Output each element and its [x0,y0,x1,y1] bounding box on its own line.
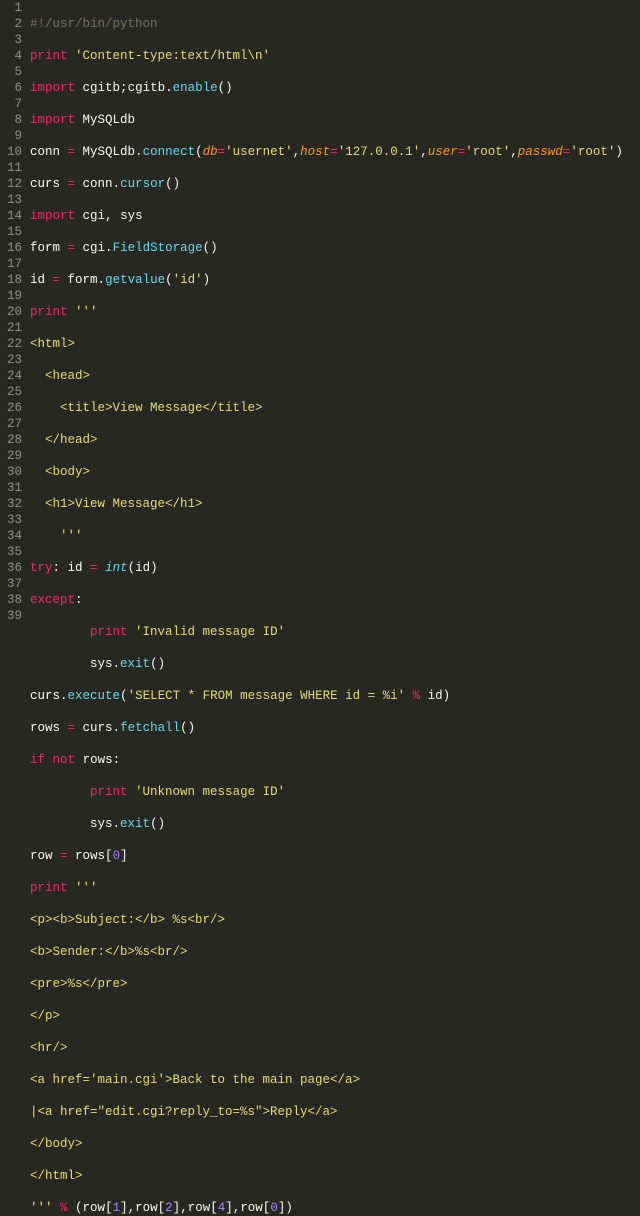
code-line[interactable]: </head> [30,432,623,448]
code-line[interactable]: <b>Sender:</b>%s<br/> [30,944,623,960]
line-number: 4 [4,48,22,64]
line-number: 22 [4,336,22,352]
line-number: 29 [4,448,22,464]
line-number: 2 [4,16,22,32]
line-number: 34 [4,528,22,544]
line-number: 38 [4,592,22,608]
line-number: 23 [4,352,22,368]
code-line[interactable]: <html> [30,336,623,352]
line-number: 11 [4,160,22,176]
line-number: 17 [4,256,22,272]
line-number: 30 [4,464,22,480]
line-number: 3 [4,32,22,48]
code-line[interactable]: curs = conn.cursor() [30,176,623,192]
line-number: 36 [4,560,22,576]
line-number: 19 [4,288,22,304]
line-number: 25 [4,384,22,400]
line-number: 24 [4,368,22,384]
line-number: 1 [4,0,22,16]
code-line[interactable]: <h1>View Message</h1> [30,496,623,512]
code-editor[interactable]: 1 2 3 4 5 6 7 8 9 10 11 12 13 14 15 16 1… [0,0,640,1216]
code-line[interactable]: rows = curs.fetchall() [30,720,623,736]
code-line[interactable]: print 'Invalid message ID' [30,624,623,640]
code-line[interactable]: print 'Unknown message ID' [30,784,623,800]
line-number: 32 [4,496,22,512]
line-number: 26 [4,400,22,416]
line-number: 35 [4,544,22,560]
code-line[interactable]: #!/usr/bin/python [30,16,623,32]
line-number: 8 [4,112,22,128]
line-number: 39 [4,608,22,624]
code-line[interactable]: <body> [30,464,623,480]
code-line[interactable]: sys.exit() [30,656,623,672]
line-number-gutter: 1 2 3 4 5 6 7 8 9 10 11 12 13 14 15 16 1… [0,0,30,1216]
line-number: 31 [4,480,22,496]
line-number: 33 [4,512,22,528]
line-number: 28 [4,432,22,448]
code-line[interactable]: import cgitb;cgitb.enable() [30,80,623,96]
code-line[interactable]: import cgi, sys [30,208,623,224]
code-area[interactable]: #!/usr/bin/python print 'Content-type:te… [30,0,623,1216]
code-line[interactable]: conn = MySQLdb.connect(db='usernet',host… [30,144,623,160]
line-number: 37 [4,576,22,592]
line-number: 7 [4,96,22,112]
code-line[interactable]: try: id = int(id) [30,560,623,576]
line-number: 16 [4,240,22,256]
code-line[interactable]: <title>View Message</title> [30,400,623,416]
line-number: 14 [4,208,22,224]
line-number: 10 [4,144,22,160]
code-line[interactable]: ''' [30,528,623,544]
code-line[interactable]: <p><b>Subject:</b> %s<br/> [30,912,623,928]
code-line[interactable]: curs.execute('SELECT * FROM message WHER… [30,688,623,704]
line-number: 9 [4,128,22,144]
code-line[interactable]: except: [30,592,623,608]
code-line[interactable]: |<a href="edit.cgi?reply_to=%s">Reply</a… [30,1104,623,1120]
line-number: 13 [4,192,22,208]
line-number: 27 [4,416,22,432]
code-line[interactable]: form = cgi.FieldStorage() [30,240,623,256]
code-line[interactable]: </body> [30,1136,623,1152]
code-line[interactable]: </p> [30,1008,623,1024]
code-line[interactable]: <hr/> [30,1040,623,1056]
code-line[interactable]: </html> [30,1168,623,1184]
code-line[interactable]: print ''' [30,880,623,896]
code-line[interactable]: <a href='main.cgi'>Back to the main page… [30,1072,623,1088]
line-number: 18 [4,272,22,288]
code-line[interactable]: <pre>%s</pre> [30,976,623,992]
line-number: 21 [4,320,22,336]
code-line[interactable]: import MySQLdb [30,112,623,128]
line-number: 20 [4,304,22,320]
code-line[interactable]: sys.exit() [30,816,623,832]
code-line[interactable]: print ''' [30,304,623,320]
line-number: 12 [4,176,22,192]
line-number: 6 [4,80,22,96]
code-line[interactable]: row = rows[0] [30,848,623,864]
line-number: 15 [4,224,22,240]
code-line[interactable]: if not rows: [30,752,623,768]
code-line[interactable]: id = form.getvalue('id') [30,272,623,288]
line-number: 5 [4,64,22,80]
code-line[interactable]: print 'Content-type:text/html\n' [30,48,623,64]
code-line[interactable]: ''' % (row[1],row[2],row[4],row[0]) [30,1200,623,1216]
code-line[interactable]: <head> [30,368,623,384]
